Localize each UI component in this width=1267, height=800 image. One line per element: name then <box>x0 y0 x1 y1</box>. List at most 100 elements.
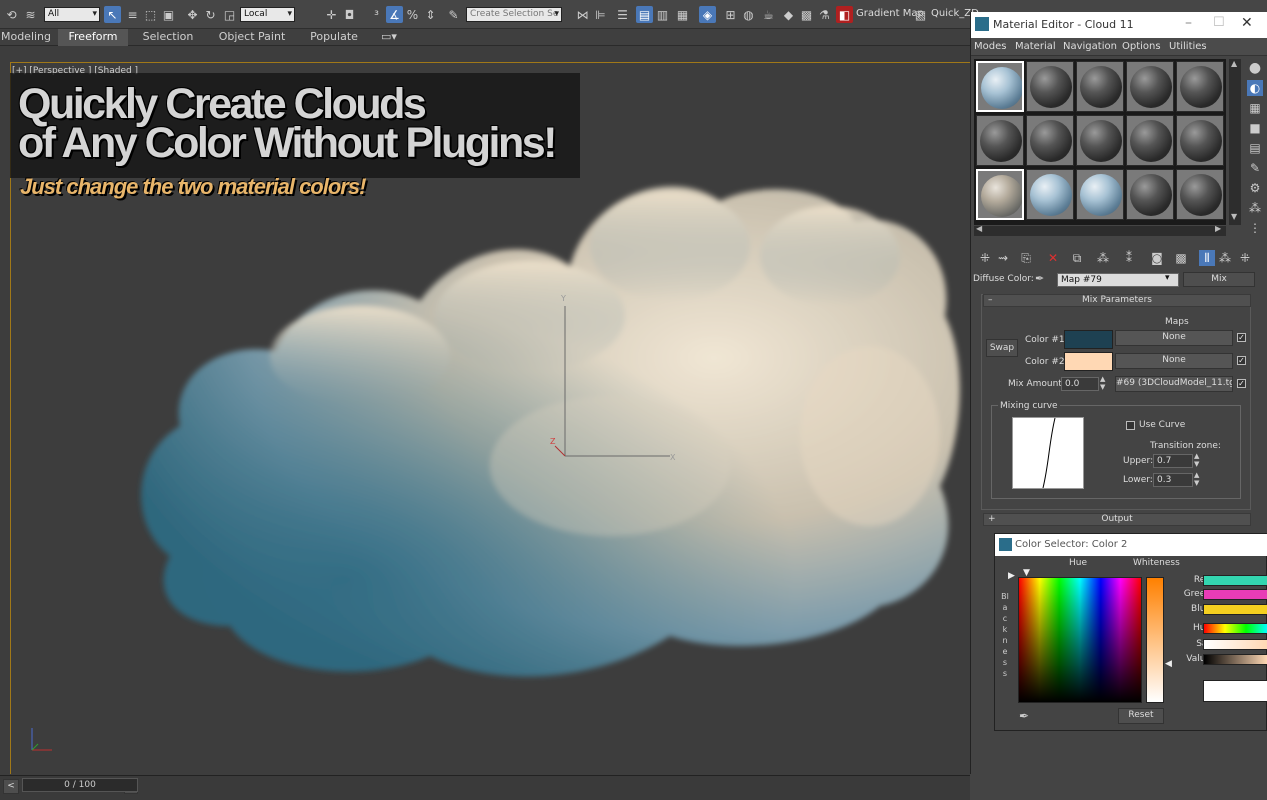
script-icon[interactable]: ▧ <box>912 6 929 23</box>
blue-slider[interactable] <box>1203 604 1267 615</box>
material-id-icon[interactable]: ◙ <box>1149 250 1165 266</box>
green-slider[interactable] <box>1203 589 1267 600</box>
material-slot[interactable] <box>1126 61 1174 112</box>
whiteness-marker-icon[interactable]: ◀ <box>1165 659 1172 669</box>
render-setup-icon[interactable]: ☕ <box>760 6 777 23</box>
material-slot[interactable] <box>1026 115 1074 166</box>
select-by-material-icon[interactable]: ⁂ <box>1247 200 1263 216</box>
toggle-scene-explorer-icon[interactable]: ▤ <box>636 6 653 23</box>
eyedropper-icon[interactable]: ✒ <box>1019 709 1029 723</box>
selection-filter-dropdown[interactable]: All <box>44 7 100 22</box>
render-frame-icon[interactable]: ◆ <box>780 6 797 23</box>
menu-options[interactable]: Options <box>1122 41 1161 52</box>
material-slot[interactable] <box>1176 115 1224 166</box>
map-name-field[interactable]: Map #79 <box>1057 273 1179 287</box>
material-slot[interactable] <box>976 61 1024 112</box>
expand-icon[interactable]: + <box>988 514 996 525</box>
options-icon[interactable]: ⚙ <box>1247 180 1263 196</box>
select-by-name-icon[interactable]: ≡ <box>124 6 141 23</box>
material-slot[interactable] <box>1076 169 1124 220</box>
color1-swatch[interactable] <box>1064 330 1113 349</box>
map-type-button[interactable]: Mix <box>1183 272 1255 287</box>
go-to-parent-icon[interactable]: ⁂ <box>1217 250 1233 266</box>
tab-object-paint[interactable]: Object Paint <box>214 29 290 46</box>
menu-utilities[interactable]: Utilities <box>1169 41 1207 52</box>
material-slot[interactable] <box>1126 169 1174 220</box>
use-curve-checkbox[interactable] <box>1126 421 1135 430</box>
video-color-check-icon[interactable]: ▤ <box>1247 140 1263 156</box>
reference-coord-dropdown[interactable]: Local <box>240 7 295 22</box>
color2-map-button[interactable]: None <box>1115 353 1233 369</box>
chevron-down-icon[interactable]: ▾ <box>1165 273 1170 283</box>
backlight-icon[interactable]: ◐ <box>1247 80 1263 96</box>
value-slider[interactable] <box>1203 654 1267 665</box>
lower-spinner-icon[interactable]: ▲ ▼ <box>1194 471 1199 487</box>
window-crossing-icon[interactable]: ▣ <box>160 6 177 23</box>
perspective-viewport[interactable]: [+] [Perspective ] [Shaded ] Y Z X Quick… <box>0 46 970 775</box>
toggle-layer-icon[interactable]: ▥ <box>654 6 671 23</box>
get-material-icon[interactable]: ⁜ <box>977 250 993 266</box>
reset-button[interactable]: Reset <box>1118 708 1164 724</box>
scale-icon[interactable]: ◲ <box>221 6 238 23</box>
make-preview-icon[interactable]: ✎ <box>1247 160 1263 176</box>
ribbon-options-icon[interactable]: ▭▾ <box>376 29 402 46</box>
mirror-icon[interactable]: ⋈ <box>574 6 591 23</box>
hue-slider[interactable] <box>1203 623 1267 634</box>
upper-input[interactable]: 0.7 <box>1153 454 1193 468</box>
background-icon[interactable]: ▦ <box>1247 100 1263 116</box>
angle-snap-icon[interactable]: ∡ <box>386 6 403 23</box>
whiteness-bar[interactable] <box>1146 577 1164 703</box>
blackness-marker-icon[interactable]: ▶ <box>1008 571 1015 581</box>
material-navigator-icon[interactable]: ⋮ <box>1247 220 1263 236</box>
show-end-result-icon[interactable]: ⫴ <box>1199 250 1215 266</box>
collapse-icon[interactable]: – <box>988 295 993 306</box>
select-manipulate-icon[interactable]: ◘ <box>341 6 358 23</box>
red-slider[interactable] <box>1203 575 1267 586</box>
eyedropper-icon[interactable]: ✒ <box>1035 272 1044 285</box>
lower-input[interactable]: 0.3 <box>1153 473 1193 487</box>
color2-map-checkbox[interactable]: ✓ <box>1237 356 1246 365</box>
material-slot[interactable] <box>1076 61 1124 112</box>
material-slot[interactable] <box>976 115 1024 166</box>
tab-modeling[interactable]: Modeling <box>0 29 52 46</box>
slots-horizontal-scrollbar[interactable]: ◀ ▶ <box>974 224 1226 236</box>
gradient-map-icon[interactable]: ◧ <box>836 6 853 23</box>
named-selection-set-input[interactable]: Create Selection Se <box>466 7 562 22</box>
close-icon[interactable]: ✕ <box>1241 15 1253 31</box>
schematic-view-icon[interactable]: ⊞ <box>722 6 739 23</box>
material-slot[interactable] <box>1026 61 1074 112</box>
pivot-icon[interactable]: ✛ <box>323 6 340 23</box>
mix-amount-spinner-icon[interactable]: ▲ ▼ <box>1100 375 1105 391</box>
menu-modes[interactable]: Modes <box>974 41 1006 52</box>
curve-editor-icon[interactable]: ◈ <box>699 6 716 23</box>
prev-frame-button[interactable]: < <box>3 779 19 794</box>
tab-populate[interactable]: Populate <box>306 29 362 46</box>
output-header[interactable]: + Output <box>983 513 1251 526</box>
go-forward-sibling-icon[interactable]: ⁜ <box>1237 250 1253 266</box>
maximize-icon[interactable]: ☐ <box>1213 15 1225 30</box>
frame-counter[interactable]: 0 / 100 <box>22 778 138 792</box>
sample-type-icon[interactable]: ● <box>1247 60 1263 76</box>
slots-vertical-scrollbar[interactable]: ▲ ▼ <box>1229 59 1241 225</box>
rotate-icon[interactable]: ↻ <box>202 6 219 23</box>
upper-spinner-icon[interactable]: ▲ ▼ <box>1194 452 1199 468</box>
put-to-library-icon[interactable]: ⁑ <box>1121 250 1137 266</box>
color1-map-button[interactable]: None <box>1115 330 1233 346</box>
mix-amount-input[interactable]: 0.0 <box>1061 377 1099 391</box>
color1-map-checkbox[interactable]: ✓ <box>1237 333 1246 342</box>
mix-amount-map-button[interactable]: #69 (3DCloudModel_11.tga) <box>1115 376 1233 392</box>
mix-map-checkbox[interactable]: ✓ <box>1237 379 1246 388</box>
tab-selection[interactable]: Selection <box>138 29 198 46</box>
select-object-icon[interactable]: ↖ <box>104 6 121 23</box>
put-to-scene-icon[interactable]: ⇝ <box>995 250 1011 266</box>
copy-material-icon[interactable]: ⧉ <box>1069 250 1085 266</box>
material-slot[interactable] <box>1176 169 1224 220</box>
make-unique-icon[interactable]: ⁂ <box>1095 250 1111 266</box>
material-slot[interactable] <box>976 169 1024 220</box>
material-slot[interactable] <box>1076 115 1124 166</box>
material-slot[interactable] <box>1126 115 1174 166</box>
spinner-snap-icon[interactable]: ⇕ <box>422 6 439 23</box>
align-icon[interactable]: ⊫ <box>592 6 609 23</box>
redo-icon[interactable]: ≋ <box>22 6 39 23</box>
percent-snap-icon[interactable]: % <box>404 6 421 23</box>
